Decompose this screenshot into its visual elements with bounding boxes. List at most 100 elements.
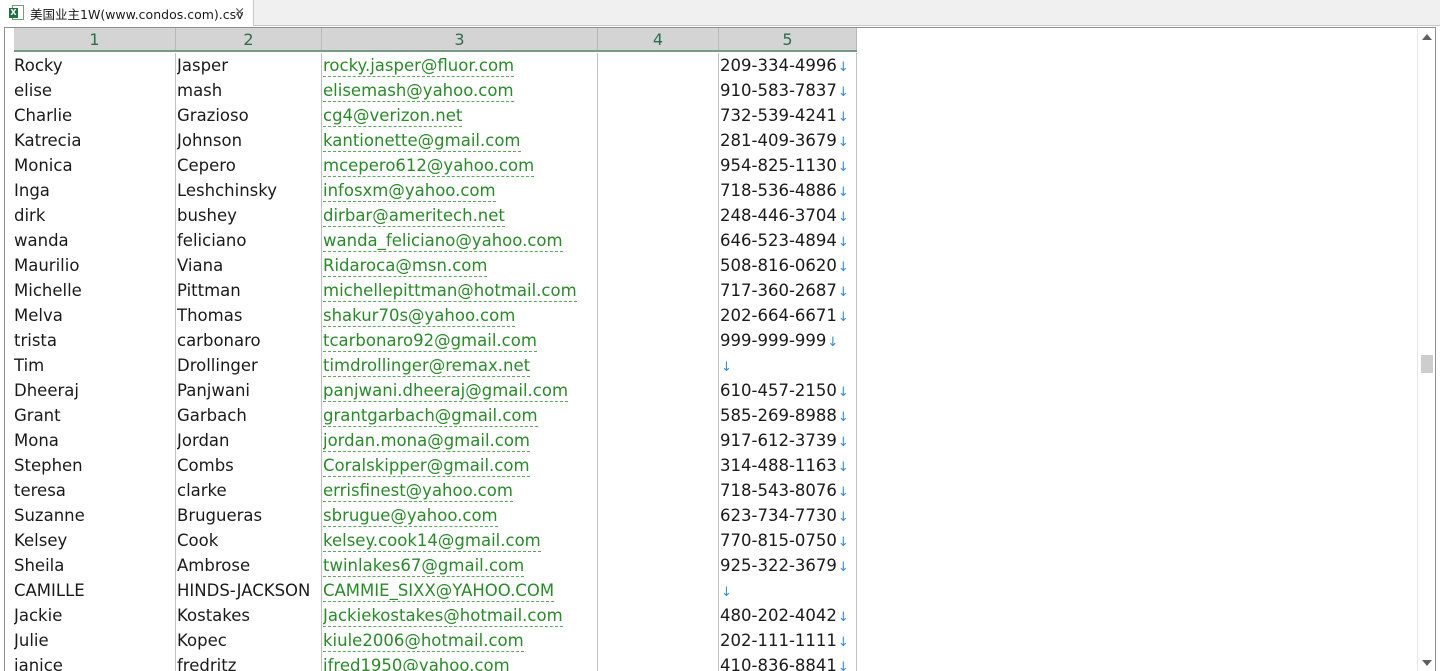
cell-first-name[interactable]: Jackie xyxy=(14,603,172,628)
table-row[interactable]: trista carbonaro tcarbonaro92@gmail.com 999… xyxy=(5,328,1417,353)
cell-phone[interactable]: 917-612-3739↓ xyxy=(720,428,854,453)
email-link[interactable]: CAMMIE_SIXX@YAHOO.COM xyxy=(323,581,555,602)
table-row[interactable]: Kelsey Cook kelsey.cook14@gmail.com 770-815… xyxy=(5,528,1417,553)
table-row[interactable]: Mona Jordan jordan.mona@gmail.com 917-612-3… xyxy=(5,428,1417,453)
table-row[interactable]: Julie Kopec kiule2006@hotmail.com 202-111-1… xyxy=(5,628,1417,653)
cell-email[interactable]: errisfinest@yahoo.com xyxy=(323,478,595,503)
cell-col4[interactable] xyxy=(599,103,716,128)
cell-first-name[interactable]: janice xyxy=(14,653,172,671)
table-row[interactable]: Inga Leshchinsky infosxm@yahoo.com 718-536-… xyxy=(5,178,1417,203)
cell-last-name[interactable]: Jasper xyxy=(177,53,319,78)
cell-col4[interactable] xyxy=(599,53,716,78)
email-link[interactable]: jordan.mona@gmail.com xyxy=(323,431,531,452)
email-link[interactable]: Jackiekostakes@hotmail.com xyxy=(323,606,563,627)
cell-phone[interactable]: 281-409-3679↓ xyxy=(720,128,854,153)
cell-email[interactable]: wanda_feliciano@yahoo.com xyxy=(323,228,595,253)
cell-last-name[interactable]: Combs xyxy=(177,453,319,478)
cell-last-name[interactable]: Garbach xyxy=(177,403,319,428)
cell-col4[interactable] xyxy=(599,153,716,178)
table-row[interactable]: Dheeraj Panjwani panjwani.dheeraj@gmail.co… xyxy=(5,378,1417,403)
email-link[interactable]: kelsey.cook14@gmail.com xyxy=(323,531,541,552)
email-link[interactable]: panjwani.dheeraj@gmail.com xyxy=(323,381,569,402)
cell-col4[interactable] xyxy=(599,178,716,203)
cell-col4[interactable] xyxy=(599,328,716,353)
table-row[interactable]: Stephen Combs Coralskipper@gmail.com 314-48… xyxy=(5,453,1417,478)
cell-phone[interactable]: 925-322-3679↓ xyxy=(720,553,854,578)
cell-first-name[interactable]: Katrecia xyxy=(14,128,172,153)
cell-last-name[interactable]: bushey xyxy=(177,203,319,228)
vertical-scrollbar[interactable] xyxy=(1417,28,1435,671)
cell-phone[interactable]: 508-816-0620↓ xyxy=(720,253,854,278)
cell-first-name[interactable]: CAMILLE xyxy=(14,578,172,603)
email-link[interactable]: kiule2006@hotmail.com xyxy=(323,631,524,652)
email-link[interactable]: elisemash@yahoo.com xyxy=(323,81,514,102)
cell-col4[interactable] xyxy=(599,428,716,453)
table-row[interactable]: Maurilio Viana Ridaroca@msn.com 508-816-062… xyxy=(5,253,1417,278)
cell-email[interactable]: twinlakes67@gmail.com xyxy=(323,553,595,578)
email-link[interactable]: jfred1950@yahoo.com xyxy=(323,656,510,671)
cell-email[interactable]: cg4@verizon.net xyxy=(323,103,595,128)
cell-phone[interactable]: 718-536-4886↓ xyxy=(720,178,854,203)
cell-col4[interactable] xyxy=(599,653,716,671)
cell-col4[interactable] xyxy=(599,453,716,478)
cell-last-name[interactable]: mash xyxy=(177,78,319,103)
email-link[interactable]: shakur70s@yahoo.com xyxy=(323,306,516,327)
cell-first-name[interactable]: Monica xyxy=(14,153,172,178)
cell-last-name[interactable]: Brugueras xyxy=(177,503,319,528)
cell-first-name[interactable]: teresa xyxy=(14,478,172,503)
cell-last-name[interactable]: fredritz xyxy=(177,653,319,671)
column-header-5[interactable]: 5 xyxy=(719,28,857,50)
email-link[interactable]: grantgarbach@gmail.com xyxy=(323,406,538,427)
cell-col4[interactable] xyxy=(599,578,716,603)
email-link[interactable]: Ridaroca@msn.com xyxy=(323,256,488,277)
cell-email[interactable]: Coralskipper@gmail.com xyxy=(323,453,595,478)
cell-email[interactable]: rocky.jasper@fluor.com xyxy=(323,53,595,78)
table-row[interactable]: Tim Drollinger timdrollinger@remax.net ↓ xyxy=(5,353,1417,378)
email-link[interactable]: errisfinest@yahoo.com xyxy=(323,481,513,502)
email-link[interactable]: cg4@verizon.net xyxy=(323,106,463,127)
cell-col4[interactable] xyxy=(599,403,716,428)
column-header-4[interactable]: 4 xyxy=(598,28,719,50)
table-row[interactable]: teresa clarke errisfinest@yahoo.com 718-543… xyxy=(5,478,1417,503)
table-row[interactable]: Michelle Pittman michellepittman@hotmail.c… xyxy=(5,278,1417,303)
cell-col4[interactable] xyxy=(599,603,716,628)
cell-email[interactable]: dirbar@ameritech.net xyxy=(323,203,595,228)
cell-first-name[interactable]: Michelle xyxy=(14,278,172,303)
cell-col4[interactable] xyxy=(599,628,716,653)
email-link[interactable]: dirbar@ameritech.net xyxy=(323,206,505,227)
email-link[interactable]: tcarbonaro92@gmail.com xyxy=(323,331,537,352)
cell-email[interactable]: elisemash@yahoo.com xyxy=(323,78,595,103)
cell-last-name[interactable]: Johnson xyxy=(177,128,319,153)
email-link[interactable]: rocky.jasper@fluor.com xyxy=(323,56,515,77)
cell-last-name[interactable]: Leshchinsky xyxy=(177,178,319,203)
table-row[interactable]: janice fredritz jfred1950@yahoo.com 410-836… xyxy=(5,653,1417,671)
close-icon[interactable]: × xyxy=(234,5,245,20)
cell-phone[interactable]: 999-999-999↓ xyxy=(720,328,854,353)
table-row[interactable]: Grant Garbach grantgarbach@gmail.com 585-26… xyxy=(5,403,1417,428)
cell-email[interactable]: tcarbonaro92@gmail.com xyxy=(323,328,595,353)
email-link[interactable]: timdrollinger@remax.net xyxy=(323,356,531,377)
cell-first-name[interactable]: Dheeraj xyxy=(14,378,172,403)
cell-email[interactable]: CAMMIE_SIXX@YAHOO.COM xyxy=(323,578,595,603)
cell-first-name[interactable]: Melva xyxy=(14,303,172,328)
cell-email[interactable]: kiule2006@hotmail.com xyxy=(323,628,595,653)
cell-col4[interactable] xyxy=(599,303,716,328)
cell-phone[interactable]: 718-543-8076↓ xyxy=(720,478,854,503)
cell-phone[interactable]: 646-523-4894↓ xyxy=(720,228,854,253)
table-row[interactable]: dirk bushey dirbar@ameritech.net 248-446-37… xyxy=(5,203,1417,228)
column-header-3[interactable]: 3 xyxy=(322,28,598,50)
email-link[interactable]: twinlakes67@gmail.com xyxy=(323,556,525,577)
cell-email[interactable]: jfred1950@yahoo.com xyxy=(323,653,595,671)
table-row[interactable]: Charlie Grazioso cg4@verizon.net 732-539-42… xyxy=(5,103,1417,128)
cell-first-name[interactable]: Mona xyxy=(14,428,172,453)
cell-col4[interactable] xyxy=(599,78,716,103)
file-tab[interactable]: X 美国业主1W(www.condos.com).csv × xyxy=(0,0,254,26)
email-link[interactable]: michellepittman@hotmail.com xyxy=(323,281,577,302)
cell-last-name[interactable]: Kostakes xyxy=(177,603,319,628)
scrollbar-thumb[interactable] xyxy=(1421,355,1433,373)
cell-phone[interactable]: ↓ xyxy=(720,578,854,603)
cell-phone[interactable]: 732-539-4241↓ xyxy=(720,103,854,128)
table-row[interactable]: Katrecia Johnson kantionette@gmail.com 281-… xyxy=(5,128,1417,153)
cell-phone[interactable]: 585-269-8988↓ xyxy=(720,403,854,428)
cell-last-name[interactable]: Ambrose xyxy=(177,553,319,578)
